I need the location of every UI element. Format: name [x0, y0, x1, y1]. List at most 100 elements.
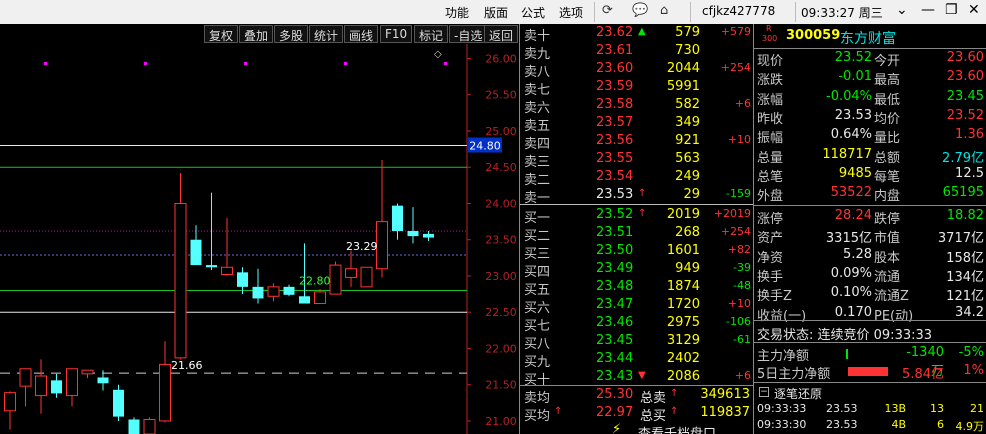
quote-label: 流通Z [874, 289, 909, 305]
sell-order-row[interactable]: 卖一 23.53 29 -159 ↑ [520, 186, 754, 206]
quote-value: 23.52 [946, 107, 984, 123]
panel-divider [754, 382, 986, 383]
buy-order-row[interactable]: 买七 23.46 2975 -106 [520, 314, 754, 334]
order-change: +10 [727, 133, 751, 146]
order-volume: 563 [675, 151, 700, 166]
book-divider [520, 204, 754, 205]
clock: 09:33:27 周三 [801, 6, 883, 20]
menu-function[interactable]: 功能 [445, 4, 469, 21]
order-change: +254 [720, 61, 751, 74]
menu-layout[interactable]: 版面 [484, 4, 508, 21]
f10-button[interactable]: F10 [380, 25, 413, 43]
quote-row: 资产 3315亿 市值 3717亿 [754, 227, 986, 247]
minimize-icon[interactable]: — [921, 2, 935, 18]
order-price: 23.60 [596, 61, 634, 76]
restore-rights-button[interactable]: 复权 [204, 25, 239, 43]
order-change: +6 [734, 369, 751, 382]
candlestick-chart[interactable]: ◇ 26.00 25.50 25.00 24.50 24.00 23.50 23.00 22.5… [0, 44, 519, 434]
buy-order-row[interactable]: 买六 23.47 1720 +10 [520, 296, 754, 316]
depth-link-row[interactable]: ⚡ 查看千档盘口 [520, 422, 754, 434]
order-volume: 2402 [666, 351, 700, 366]
y-tick-label: 26.00 [485, 52, 517, 65]
candle-body [128, 419, 140, 434]
quote-label: 流通 [874, 269, 901, 285]
quote-value: 0.170 [834, 304, 872, 320]
candle-body [174, 202, 187, 359]
buy-order-row[interactable]: 买三 23.50 1601 +82 [520, 242, 754, 262]
order-price: 23.61 [596, 43, 634, 58]
quote-label: 跌停 [874, 212, 901, 227]
draw-line-button[interactable]: 画线 [344, 25, 379, 43]
statistics-button[interactable]: 统计 [309, 25, 344, 43]
sell-order-row[interactable]: 卖八 23.60 2044 +254 [520, 60, 754, 80]
quote-row: 总量 118717 总额 2.79亿 [754, 147, 986, 166]
sell-order-row[interactable]: 卖四 23.56 921 +10 [520, 132, 754, 152]
sell-order-row[interactable]: 卖三 23.55 563 [520, 150, 754, 170]
order-change: +254 [720, 225, 751, 238]
refresh-icon[interactable]: ⟳ [602, 3, 613, 18]
top-menu-bar: 功能 版面 公式 选项 ⟳ 💬 ⌂ cfjkz427778 09:33:27 周… [0, 0, 986, 24]
buy-order-row[interactable]: 买八 23.45 3129 -61 [520, 332, 754, 352]
order-price: 23.49 [596, 261, 634, 276]
quote-label: 现价 [757, 54, 784, 69]
quote-value: 3717亿 [937, 231, 984, 247]
collapse-icon[interactable]: − [759, 387, 769, 397]
overlay-button[interactable]: 叠加 [239, 25, 274, 43]
buy-order-row[interactable]: 买四 23.49 949 -39 [520, 260, 754, 280]
order-volume: 3129 [666, 333, 700, 348]
order-price: 23.55 [596, 151, 634, 166]
home-icon[interactable]: ⌂ [660, 3, 668, 18]
buy-order-row[interactable]: 买十 23.43 2086 +6 ▼ [520, 368, 754, 388]
depth-link[interactable]: 查看千档盘口 [638, 423, 716, 434]
sell-order-row[interactable]: 卖二 23.54 249 [520, 168, 754, 188]
total-sell-value: 349613 [700, 387, 750, 402]
quote-label: 昨收 [757, 111, 784, 127]
buy-order-row[interactable]: 买一 23.52 2019 +2019 ↑ [520, 206, 754, 226]
ticks-title: 逐笔还原 [774, 387, 823, 401]
candle-body [283, 286, 295, 295]
username[interactable]: cfjkz427778 [702, 4, 775, 18]
order-change: +82 [727, 243, 751, 256]
y-tick-label: 25.50 [485, 89, 517, 102]
order-price: 23.58 [596, 97, 634, 112]
quote-row: 涨幅 -0.04% 最低 23.45 [754, 89, 986, 108]
up-arrow-icon: ▲ [638, 26, 646, 37]
order-change: -39 [733, 261, 751, 274]
close-icon[interactable]: ✕ [968, 2, 980, 18]
sell-order-row[interactable]: 卖九 23.61 730 [520, 42, 754, 62]
quote-row: 总笔 9485 每笔 12.5 [754, 166, 986, 185]
order-price: 23.56 [596, 133, 634, 148]
up-arrow-icon: ↑ [638, 188, 647, 199]
marker-dot [344, 62, 347, 65]
chat-icon[interactable]: 💬 [632, 3, 648, 18]
quote-panel: R 300 300059 东方财富 现价 23.52 今开 23.60 涨跌 -0.01 最… [753, 24, 986, 434]
avg-buy-price: 22.97 [596, 405, 634, 420]
sell-order-row[interactable]: 卖五 23.57 349 [520, 114, 754, 134]
order-change: +2019 [713, 207, 751, 220]
buy-order-row[interactable]: 买五 23.48 1874 -48 [520, 278, 754, 298]
tick-price: 23.53 [826, 418, 858, 431]
candle-body [252, 286, 264, 299]
candle-body [423, 233, 434, 238]
buy-order-row[interactable]: 买二 23.51 268 +254 [520, 224, 754, 244]
sell-order-row[interactable]: 卖六 23.58 582 +6 [520, 96, 754, 116]
order-book: 卖十 23.62 579 +579 ▲ 卖九 23.61 730 卖八 23.60 2044 +254… [519, 24, 754, 434]
diamond-icon: ◇ [434, 49, 442, 60]
main-flow5-bar [848, 367, 888, 376]
sell-order-row[interactable]: 卖十 23.62 579 +579 ▲ [520, 24, 754, 44]
stock-name[interactable]: 东方财富 [840, 28, 896, 48]
tick-row: 09:33:33 23.53 13B 13 21 [754, 402, 986, 419]
y-tick-label: 24.00 [485, 197, 517, 210]
restore-icon[interactable]: ❐ [945, 2, 958, 18]
mark-button[interactable]: 标记 [414, 25, 449, 43]
watchlist-button[interactable]: -自选 [449, 25, 488, 43]
buy-order-row[interactable]: 买九 23.44 2402 [520, 350, 754, 370]
ticks-header[interactable]: − 逐笔还原 [754, 384, 986, 401]
back-button[interactable]: 返回 [484, 25, 519, 43]
menu-options[interactable]: 选项 [559, 4, 583, 21]
menu-formula[interactable]: 公式 [521, 4, 545, 21]
menu-arrow-icon[interactable]: ⌄ [896, 2, 908, 18]
multi-stock-button[interactable]: 多股 [274, 25, 309, 43]
sell-order-row[interactable]: 卖七 23.59 5991 [520, 78, 754, 98]
annotation-label: 23.29 [346, 240, 378, 253]
